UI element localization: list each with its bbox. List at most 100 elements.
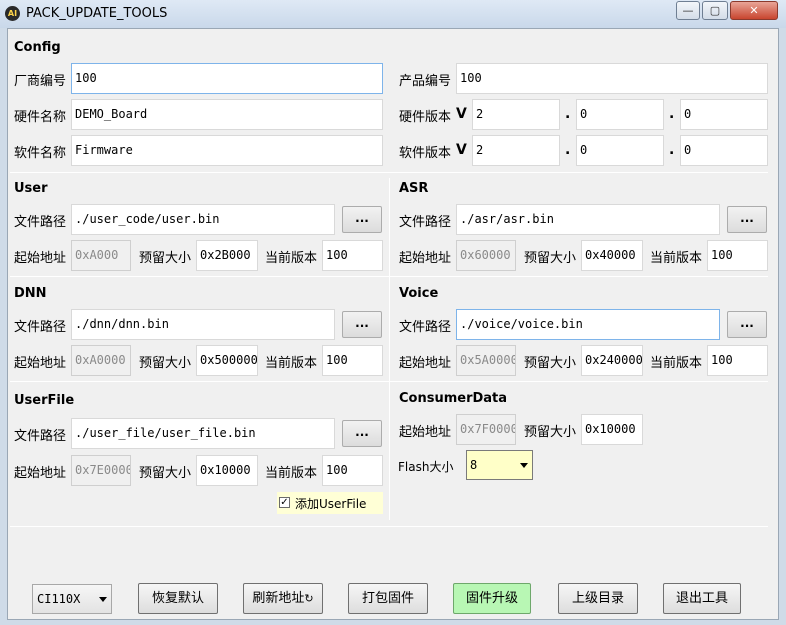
user-reserve-input[interactable]: 0x2B000: [196, 240, 258, 271]
flash-size-value: 8: [470, 458, 478, 472]
user-path-input[interactable]: ./user_code/user.bin: [71, 204, 335, 235]
userfile-start-input: 0x7E0000: [71, 455, 131, 486]
dnn-header: DNN: [14, 286, 47, 301]
asr-header: ASR: [399, 181, 429, 196]
dnn-reserve-label: 预留大小: [139, 356, 192, 371]
voice-start-input: 0x5A0000: [456, 345, 516, 376]
dnn-start-label: 起始地址: [14, 356, 67, 371]
exit-tool-button[interactable]: 退出工具: [663, 583, 741, 614]
restore-default-button[interactable]: 恢复默认: [138, 583, 218, 614]
asr-path-label: 文件路径: [399, 215, 452, 230]
dnn-current-label: 当前版本: [265, 356, 318, 371]
asr-reserve-label: 预留大小: [524, 251, 577, 266]
hw-ver-patch[interactable]: 0: [680, 99, 768, 130]
asr-current-label: 当前版本: [650, 251, 703, 266]
user-current-input[interactable]: 100: [322, 240, 383, 271]
voice-reserve-label: 预留大小: [524, 356, 577, 371]
dnn-path-input[interactable]: ./dnn/dnn.bin: [71, 309, 335, 340]
asr-path-input[interactable]: ./asr/asr.bin: [456, 204, 720, 235]
dnn-start-input: 0xA0000: [71, 345, 131, 376]
dnn-reserve-input[interactable]: 0x500000: [196, 345, 258, 376]
userfile-browse-button[interactable]: ...: [342, 420, 382, 447]
user-start-label: 起始地址: [14, 251, 67, 266]
userfile-path-label: 文件路径: [14, 429, 67, 444]
userfile-header: UserFile: [14, 393, 75, 408]
user-start-input: 0xA000: [71, 240, 131, 271]
product-input[interactable]: 100: [456, 63, 768, 94]
hw-ver-minor[interactable]: 0: [576, 99, 664, 130]
chevron-down-icon: [520, 463, 528, 468]
close-button[interactable]: ✕: [730, 1, 778, 20]
chip-select-value: CI110X: [37, 592, 81, 606]
sw-ver-label: 软件版本: [399, 146, 452, 161]
divider-vertical: [389, 178, 390, 520]
hw-ver-major[interactable]: 2: [472, 99, 560, 130]
divider: [10, 381, 768, 382]
sw-ver-minor[interactable]: 0: [576, 135, 664, 166]
consumer-reserve-label: 预留大小: [524, 425, 577, 440]
flash-size-label: Flash大小: [398, 460, 454, 474]
voice-current-input[interactable]: 100: [707, 345, 768, 376]
consumer-start-label: 起始地址: [399, 425, 452, 440]
user-header: User: [14, 181, 48, 196]
vendor-input[interactable]: 100: [71, 63, 383, 94]
hw-ver-dot-2: .: [669, 106, 675, 122]
userfile-reserve-input[interactable]: 0x10000: [196, 455, 258, 486]
consumer-header: ConsumerData: [399, 391, 508, 406]
hw-ver-v: V: [456, 106, 467, 122]
userfile-checkbox-label[interactable]: 添加UserFile: [295, 495, 366, 512]
userfile-reserve-label: 预留大小: [139, 466, 192, 481]
sw-name-input[interactable]: Firmware: [71, 135, 383, 166]
config-header: Config: [14, 40, 61, 55]
userfile-checkbox[interactable]: ✓: [279, 497, 290, 508]
asr-reserve-input[interactable]: 0x40000: [581, 240, 643, 271]
sw-name-label: 软件名称: [14, 146, 67, 161]
sw-ver-dot-1: .: [565, 142, 571, 158]
window-title: PACK_UPDATE_TOOLS: [26, 6, 168, 21]
voice-browse-button[interactable]: ...: [727, 311, 767, 338]
hw-name-label: 硬件名称: [14, 110, 67, 125]
asr-start-input: 0x60000: [456, 240, 516, 271]
sw-ver-major[interactable]: 2: [472, 135, 560, 166]
dnn-path-label: 文件路径: [14, 320, 67, 335]
asr-current-input[interactable]: 100: [707, 240, 768, 271]
dnn-current-input[interactable]: 100: [322, 345, 383, 376]
user-browse-button[interactable]: ...: [342, 206, 382, 233]
asr-start-label: 起始地址: [399, 251, 452, 266]
sw-ver-patch[interactable]: 0: [680, 135, 768, 166]
userfile-current-input[interactable]: 100: [322, 455, 383, 486]
chevron-down-icon: [99, 597, 107, 602]
consumer-start-input: 0x7F0000: [456, 414, 516, 445]
voice-path-label: 文件路径: [399, 320, 452, 335]
upgrade-firmware-button[interactable]: 固件升级: [453, 583, 531, 614]
voice-current-label: 当前版本: [650, 356, 703, 371]
hw-ver-label: 硬件版本: [399, 110, 452, 125]
asr-browse-button[interactable]: ...: [727, 206, 767, 233]
voice-start-label: 起始地址: [399, 356, 452, 371]
divider: [10, 172, 768, 173]
refresh-icon: ↻: [304, 592, 314, 605]
consumer-reserve-input[interactable]: 0x10000: [581, 414, 643, 445]
refresh-address-button[interactable]: 刷新地址↻: [243, 583, 323, 614]
product-label: 产品编号: [399, 74, 452, 89]
vendor-label: 厂商编号: [14, 74, 67, 89]
hw-name-input[interactable]: DEMO_Board: [71, 99, 383, 130]
userfile-path-input[interactable]: ./user_file/user_file.bin: [71, 418, 335, 449]
divider: [10, 526, 768, 527]
userfile-current-label: 当前版本: [265, 466, 318, 481]
minimize-button[interactable]: —: [676, 1, 700, 20]
sw-ver-dot-2: .: [669, 142, 675, 158]
user-path-label: 文件路径: [14, 215, 67, 230]
app-icon: AI: [5, 6, 20, 21]
userfile-start-label: 起始地址: [14, 466, 67, 481]
voice-reserve-input[interactable]: 0x240000: [581, 345, 643, 376]
voice-header: Voice: [399, 286, 439, 301]
hw-ver-dot-1: .: [565, 106, 571, 122]
parent-directory-button[interactable]: 上级目录: [558, 583, 638, 614]
user-reserve-label: 预留大小: [139, 251, 192, 266]
voice-path-input[interactable]: ./voice/voice.bin: [456, 309, 720, 340]
dnn-browse-button[interactable]: ...: [342, 311, 382, 338]
maximize-button[interactable]: ▢: [702, 1, 728, 20]
pack-firmware-button[interactable]: 打包固件: [348, 583, 428, 614]
refresh-address-label: 刷新地址: [252, 591, 305, 606]
